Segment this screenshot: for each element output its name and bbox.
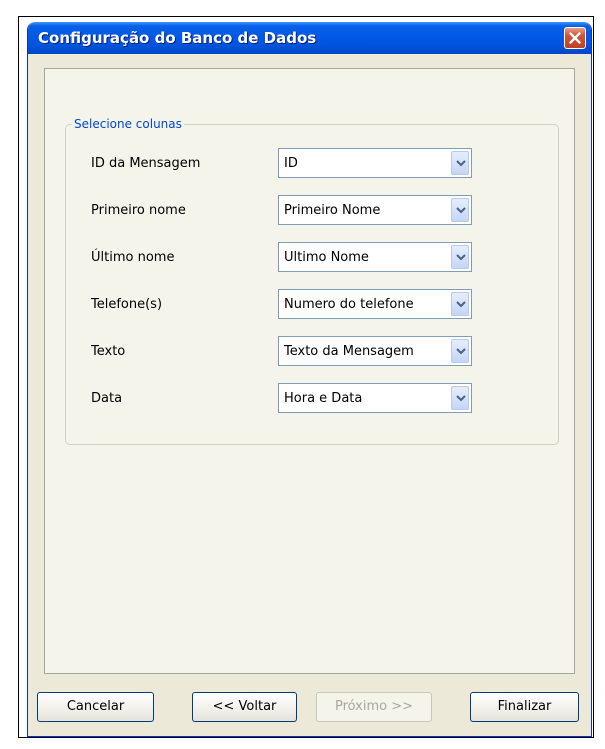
- select-last-name[interactable]: Ultimo Nome: [278, 242, 472, 272]
- window-title: Configuração do Banco de Dados: [38, 29, 317, 47]
- chevron-down-icon: [456, 301, 466, 308]
- label-last-name: Último nome: [91, 250, 175, 265]
- dropdown-button[interactable]: [451, 198, 469, 222]
- label-message-id: ID da Mensagem: [91, 156, 201, 171]
- label-text: Texto: [91, 344, 126, 359]
- select-value: Numero do telefone: [284, 297, 414, 312]
- select-text[interactable]: Texto da Mensagem: [278, 336, 472, 366]
- close-icon: [569, 32, 581, 44]
- finish-button[interactable]: Finalizar: [470, 692, 579, 722]
- content-panel: Selecione colunas ID da Mensagem ID Prim…: [44, 68, 575, 674]
- select-value: ID: [284, 156, 298, 171]
- dropdown-button[interactable]: [451, 386, 469, 410]
- select-value: Texto da Mensagem: [284, 344, 414, 359]
- close-button[interactable]: [564, 27, 586, 49]
- label-first-name: Primeiro nome: [91, 203, 186, 218]
- next-button: Próximo >>: [316, 692, 432, 722]
- select-date[interactable]: Hora e Data: [278, 383, 472, 413]
- chevron-down-icon: [456, 254, 466, 261]
- select-phone[interactable]: Numero do telefone: [278, 289, 472, 319]
- dropdown-button[interactable]: [451, 151, 469, 175]
- select-first-name[interactable]: Primeiro Nome: [278, 195, 472, 225]
- label-date: Data: [91, 391, 123, 406]
- select-value: Ultimo Nome: [284, 250, 369, 265]
- dialog-window: Configuração do Banco de Dados Selecione…: [27, 22, 592, 737]
- chevron-down-icon: [456, 207, 466, 214]
- title-bar: Configuração do Banco de Dados: [28, 22, 591, 54]
- chevron-down-icon: [456, 160, 466, 167]
- chevron-down-icon: [456, 348, 466, 355]
- group-legend: Selecione colunas: [72, 117, 184, 131]
- chevron-down-icon: [456, 395, 466, 402]
- select-message-id[interactable]: ID: [278, 148, 472, 178]
- select-value: Primeiro Nome: [284, 203, 381, 218]
- select-value: Hora e Data: [284, 391, 363, 406]
- columns-groupbox: Selecione colunas ID da Mensagem ID Prim…: [65, 117, 559, 445]
- dropdown-button[interactable]: [451, 292, 469, 316]
- dropdown-button[interactable]: [451, 339, 469, 363]
- cancel-button[interactable]: Cancelar: [37, 692, 154, 722]
- dropdown-button[interactable]: [451, 245, 469, 269]
- label-phone: Telefone(s): [91, 297, 163, 312]
- back-button[interactable]: << Voltar: [192, 692, 297, 722]
